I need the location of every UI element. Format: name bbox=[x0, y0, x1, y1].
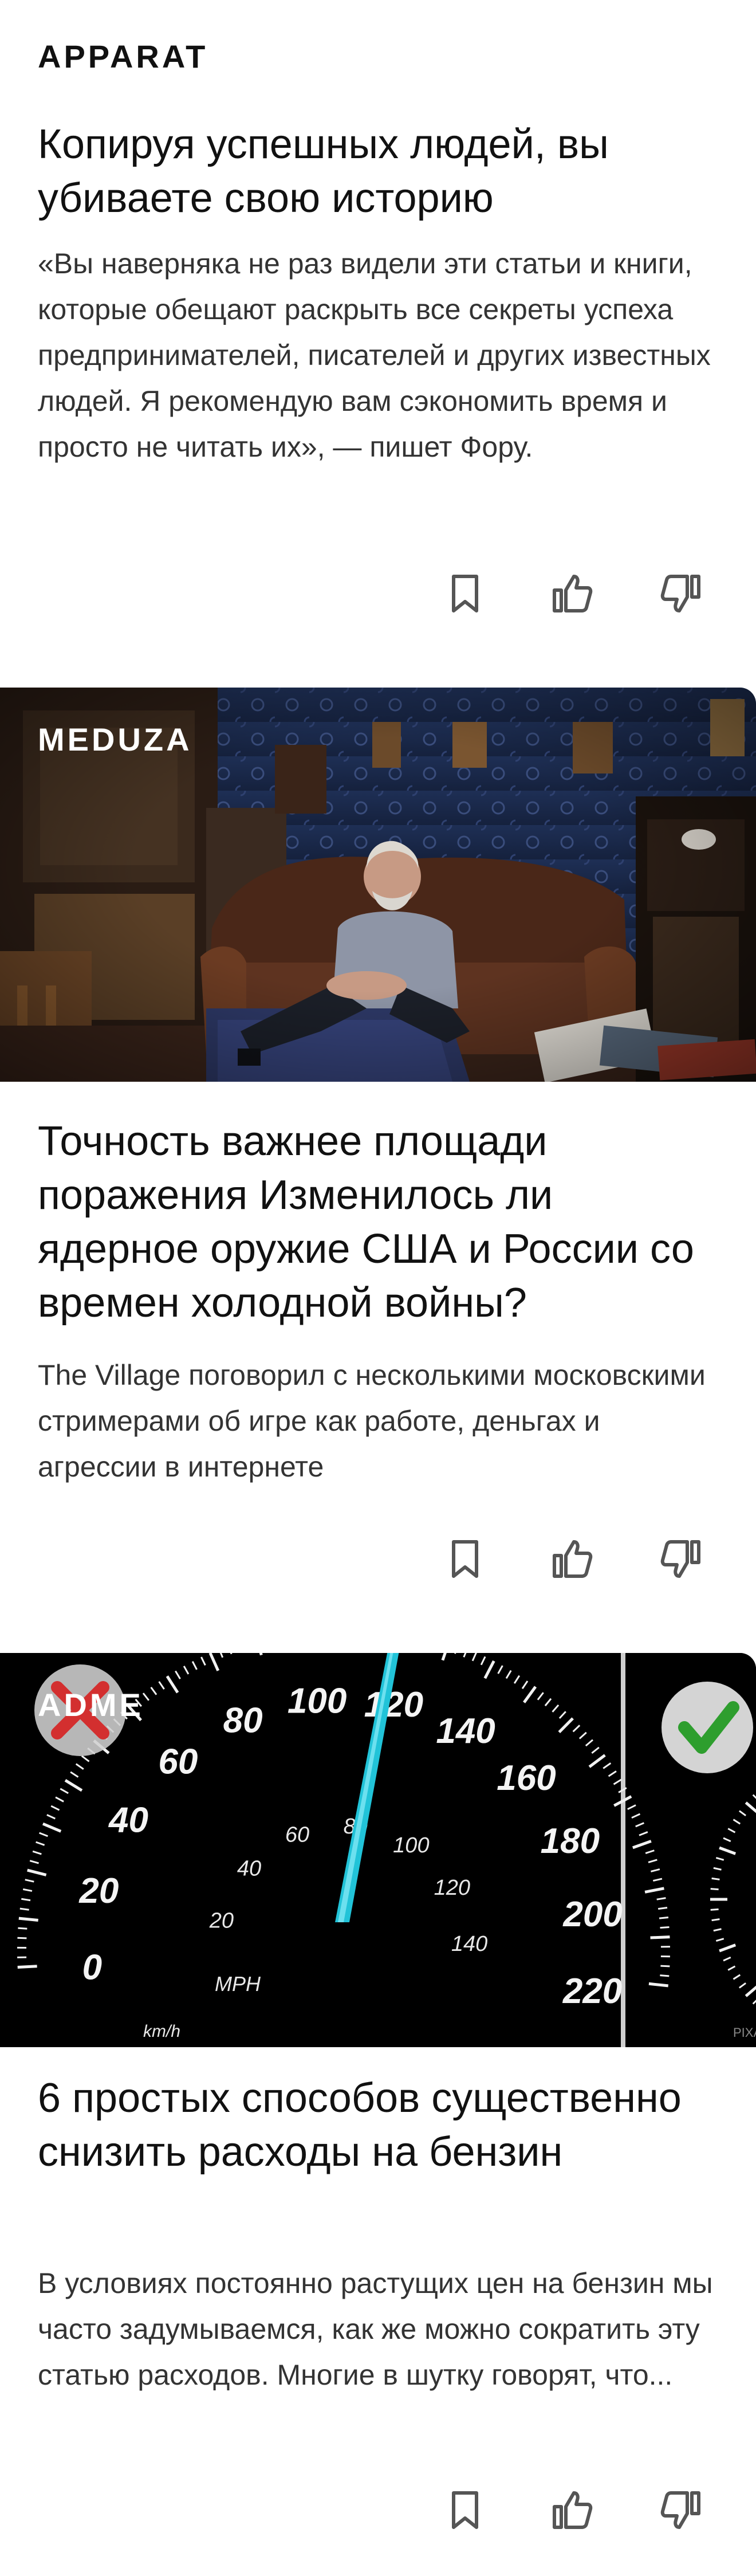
dislike-icon bbox=[660, 2491, 700, 2529]
dial-label: 220 bbox=[562, 1972, 622, 2011]
source-label: MEDUZA bbox=[38, 721, 192, 757]
card-actions bbox=[439, 1533, 707, 1585]
like-button[interactable] bbox=[546, 1533, 599, 1585]
bookmark-icon bbox=[452, 2491, 478, 2529]
dial-minor-label: 60 bbox=[285, 1823, 309, 1847]
card-snippet[interactable]: В условиях постоянно растущих цен на бен… bbox=[38, 2260, 719, 2398]
dial-label: 120 bbox=[364, 1685, 423, 1725]
dial-label: 40 bbox=[108, 1801, 148, 1840]
source-label: APPARAT bbox=[38, 38, 208, 74]
dial-label: 0 bbox=[82, 1948, 102, 1988]
bookmark-button[interactable] bbox=[439, 567, 491, 620]
card-actions bbox=[439, 2484, 707, 2536]
dial-tick bbox=[660, 1926, 670, 1929]
unit-label: km/h bbox=[143, 2022, 180, 2041]
card-actions bbox=[439, 567, 707, 620]
dislike-button[interactable] bbox=[654, 1533, 707, 1585]
source-label: ADME bbox=[38, 1687, 144, 1723]
bookmark-button[interactable] bbox=[439, 1533, 491, 1585]
bookmark-icon bbox=[452, 575, 478, 612]
dial-minor-label: 100 bbox=[393, 1833, 429, 1858]
checkmark-icon bbox=[662, 1682, 753, 1773]
dial-tick bbox=[710, 1908, 719, 1911]
dial-minor-label: 120 bbox=[434, 1876, 470, 1900]
card-title[interactable]: Копируя успешных людей, вы убиваете свою… bbox=[38, 117, 719, 225]
dial-label: 100 bbox=[288, 1681, 346, 1721]
dial-tick bbox=[19, 1907, 29, 1911]
dislike-button[interactable] bbox=[654, 2484, 707, 2536]
feed-card-3[interactable]: 0204060801001201401601802002202040608010… bbox=[0, 1653, 756, 2576]
bookmark-icon bbox=[452, 1540, 478, 1578]
card-snippet[interactable]: The Village поговорил с несколькими моск… bbox=[38, 1352, 719, 1490]
dial-tick bbox=[659, 1916, 669, 1919]
dial-tick bbox=[711, 1918, 720, 1922]
like-icon bbox=[553, 2491, 593, 2529]
dial-tick bbox=[650, 1935, 670, 1939]
card-image[interactable]: MEDUZA bbox=[0, 688, 756, 1082]
dial-label: 60 bbox=[158, 1742, 198, 1781]
like-icon bbox=[553, 575, 593, 612]
dial-label: 20 bbox=[78, 1871, 119, 1911]
dial-label: 200 bbox=[562, 1895, 622, 1934]
feed-card-1[interactable]: APPARAT Копируя успешных людей, вы убива… bbox=[0, 0, 756, 688]
dial-tick bbox=[710, 1888, 719, 1891]
card-snippet[interactable]: «Вы наверняка не раз видели эти статьи и… bbox=[38, 241, 719, 470]
dial-minor-label: 40 bbox=[237, 1857, 261, 1881]
bookmark-button[interactable] bbox=[439, 2484, 491, 2536]
dislike-button[interactable] bbox=[654, 567, 707, 620]
like-icon bbox=[553, 1540, 593, 1578]
dislike-icon bbox=[660, 575, 700, 612]
dial-label: 140 bbox=[436, 1711, 495, 1751]
unit-label: MPH bbox=[215, 1972, 261, 1996]
dial-tick bbox=[17, 1965, 37, 1969]
dial-tick bbox=[18, 1927, 27, 1930]
dial-minor-label: 20 bbox=[209, 1909, 234, 1933]
feed-card-2[interactable]: MEDUZA Точность важнее площади поражения… bbox=[0, 688, 756, 1653]
dislike-icon bbox=[660, 1540, 700, 1578]
like-button[interactable] bbox=[546, 2484, 599, 2536]
card-title[interactable]: Точность важнее площади поражения Измени… bbox=[38, 1114, 719, 1330]
watermark: PIXA bbox=[733, 2025, 756, 2040]
dial-tick bbox=[657, 1907, 668, 1910]
card-title[interactable]: 6 простых способов существенно снизить р… bbox=[38, 2071, 719, 2179]
dial-tick bbox=[18, 1917, 38, 1922]
dial-label: 80 bbox=[223, 1701, 263, 1741]
dial-tick bbox=[711, 1877, 720, 1880]
card-image[interactable]: 0204060801001201401601802002202040608010… bbox=[0, 1653, 756, 2047]
dial-minor-label: 140 bbox=[451, 1932, 487, 1956]
dial-label: 180 bbox=[541, 1821, 600, 1861]
dial-label: 160 bbox=[497, 1758, 556, 1798]
like-button[interactable] bbox=[546, 567, 599, 620]
